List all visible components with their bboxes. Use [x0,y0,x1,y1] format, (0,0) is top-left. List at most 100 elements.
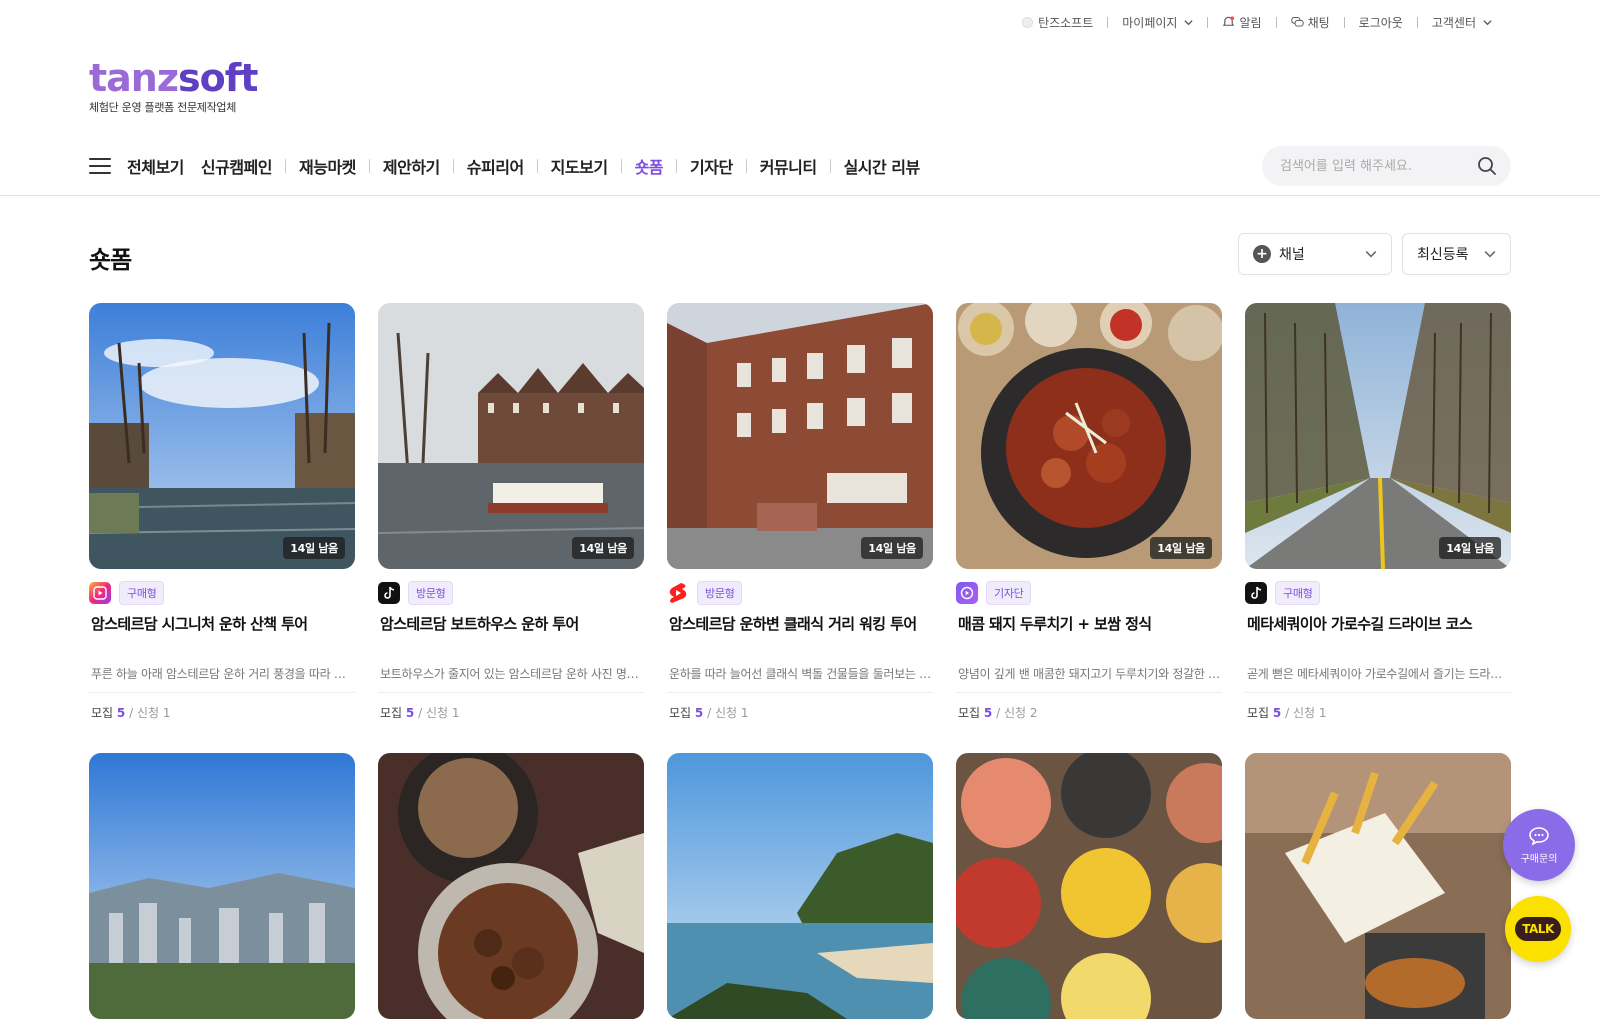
card-meta: 구매형 [89,581,355,605]
mypage-label: 마이페이지 [1122,15,1178,30]
nav-item-superior[interactable]: 슈피리어 [467,154,524,178]
chat-link[interactable]: 채팅 [1290,14,1330,31]
card-stats: 모집 5 / 신청 2 [956,704,1222,721]
campaign-card[interactable] [89,753,355,1019]
channel-filter-dropdown[interactable]: + 채널 [1238,233,1392,275]
type-badge: 방문형 [408,581,454,605]
logo-word-b: soft [177,56,258,100]
company-link[interactable]: 탄즈소프트 [1021,14,1093,31]
recruit-count: 5 [983,706,993,720]
type-badge: 구매형 [1275,581,1321,605]
youtube-shorts-icon [667,582,689,604]
logo-word-a: tanz [89,56,179,100]
card-title: 매콤 돼지 두루치기 + 보쌈 정식 [958,615,1152,633]
tiktok-icon [1245,582,1267,604]
logo-tagline: 체험단 운영 플랫폼 전문제작업체 [89,101,237,114]
nav-divider [829,159,831,173]
card-title: 암스테르담 운하변 클래식 거리 워킹 투어 [669,615,917,633]
days-left-badge: 14일 남음 [283,537,345,559]
nav-divider [285,159,286,173]
nav-divider [452,159,454,173]
card-stats: 모집 5 / 신청 1 [89,704,355,721]
stat-separator: / [129,706,134,720]
nav-item-talent-market[interactable]: 재능마켓 [299,154,356,178]
mypage-dropdown[interactable]: 마이페이지 [1122,14,1194,31]
campaign-card[interactable]: 14일 남음 기자단 매콤 돼지 두루치기 + 보쌈 정식 양념이 깊게 밴 매… [956,303,1222,721]
divider [1107,16,1109,28]
sort-label: 최신등록 [1417,247,1469,263]
divider [1207,16,1209,28]
card-thumbnail: 14일 남음 [667,303,933,569]
customer-center-label: 고객센터 [1431,15,1476,30]
days-left-badge: 14일 남음 [1150,537,1212,559]
campaign-card[interactable]: 14일 남음 방문형 암스테르담 운하변 클래식 거리 워킹 투어 운하를 따라… [667,303,933,721]
notification-link[interactable]: 알림 [1222,14,1262,31]
sort-dropdown[interactable]: 최신등록 [1402,233,1511,275]
card-thumbnail [378,753,644,1019]
naver-clip-icon [956,582,978,604]
kakao-talk-button[interactable]: TALK [1505,896,1571,962]
days-left-badge: 14일 남음 [1439,537,1501,559]
nav-item-live-review[interactable]: 실시간 리뷰 [844,154,921,178]
nav-item-all[interactable]: 전체보기 [127,154,184,178]
nav-item-reporters[interactable]: 기자단 [690,154,733,178]
campaign-card[interactable]: 14일 남음 구매형 암스테르담 시그니처 운하 산책 투어 푸른 하늘 아래 … [89,303,355,721]
dot-icon [1021,16,1034,29]
nav-divider [368,159,370,173]
apply-count: 신청 1 [714,706,749,720]
logout-link[interactable]: 로그아웃 [1359,14,1403,31]
recruit-label: 모집 [91,706,114,720]
nav-item-community[interactable]: 커뮤니티 [760,154,817,178]
apply-count: 신청 2 [1003,706,1038,720]
recruit-count: 5 [116,706,126,720]
campaign-card[interactable] [378,753,644,1019]
search-input[interactable] [1280,158,1477,174]
card-description: 곧게 뻗은 메타세쿼이아 가로수길에서 즐기는 드라이브 코스 [1245,665,1511,693]
campaign-card[interactable]: 14일 남음 구매형 메타세쿼이아 가로수길 드라이브 코스 곧게 뻗은 메타세… [1245,303,1511,721]
page-title: 숏폼 [89,246,132,274]
tiktok-icon [378,582,400,604]
stat-separator: / [1285,706,1290,720]
chat-label: 채팅 [1307,15,1330,30]
card-description: 푸른 하늘 아래 암스테르담 운하 거리 풍경을 따라 걷는 시그니처 산책 코… [89,665,355,693]
nav-item-map[interactable]: 지도보기 [551,154,608,178]
divider [1343,16,1345,28]
hamburger-menu-icon[interactable] [89,158,111,174]
channel-filter-label: 채널 [1279,247,1305,263]
logo[interactable]: tanzsoft 체험단 운영 플랫폼 전문제작업체 [89,56,258,115]
search-bar [1262,146,1511,186]
logo-wordmark: tanzsoft [89,56,258,100]
card-meta: 방문형 [378,581,644,605]
header-divider [0,195,1600,196]
nav-item-shortform[interactable]: 숏폼 [635,154,664,178]
card-description: 운하를 따라 늘어선 클래식 벽돌 건물들을 둘러보는 워킹 투어 [667,665,933,693]
apply-count: 신청 1 [425,706,460,720]
card-thumbnail: 14일 남음 [378,303,644,569]
type-badge: 방문형 [697,581,743,605]
nav-item-propose[interactable]: 제안하기 [383,154,440,178]
campaign-card[interactable] [956,753,1222,1019]
card-thumbnail: 14일 남음 [89,303,355,569]
card-thumbnail: 14일 남음 [956,303,1222,569]
customer-center-dropdown[interactable]: 고객센터 [1432,14,1492,31]
recruit-label: 모집 [380,706,403,720]
card-thumbnail [667,753,933,1019]
recruit-label: 모집 [1247,706,1270,720]
nav-item-new-campaign[interactable]: 신규캠페인 [201,154,273,178]
search-icon[interactable] [1477,156,1497,176]
type-badge: 구매형 [119,581,165,605]
recruit-count: 5 [694,706,704,720]
campaign-card[interactable]: 14일 남음 방문형 암스테르담 보트하우스 운하 투어 보트하우스가 줄지어 … [378,303,644,721]
days-left-badge: 14일 남음 [861,537,923,559]
card-thumbnail [956,753,1222,1019]
chat-bubble-icon [1529,826,1549,846]
card-description: 양념이 깊게 밴 매콤한 돼지고기 두루치기와 정갈한 반찬 구성 [956,665,1222,693]
campaign-card[interactable] [667,753,933,1019]
purchase-inquiry-button[interactable]: 구매문의 [1503,809,1575,881]
recruit-count: 5 [405,706,415,720]
card-meta: 방문형 [667,581,933,605]
card-title: 메타세쿼이아 가로수길 드라이브 코스 [1247,615,1473,633]
card-thumbnail [1245,753,1511,1019]
instagram-reels-icon [89,582,111,604]
campaign-card[interactable] [1245,753,1511,1019]
